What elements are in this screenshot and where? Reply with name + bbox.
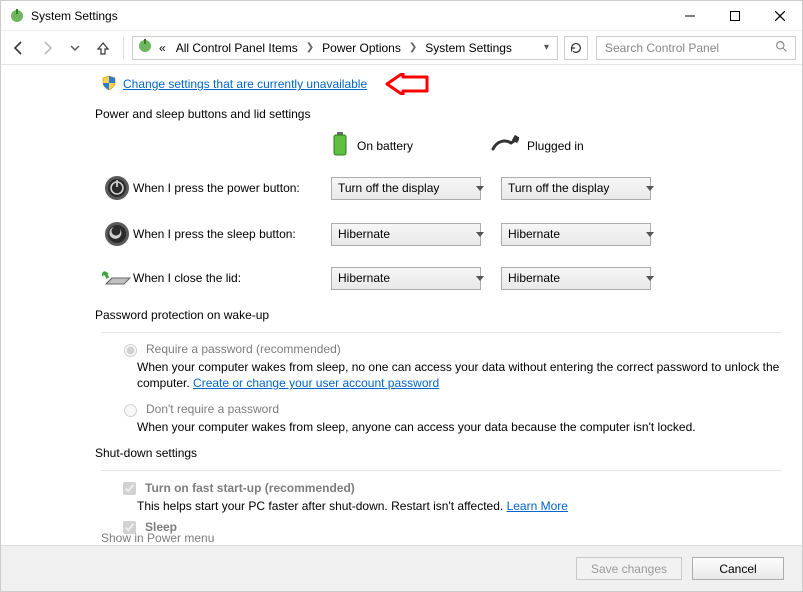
column-header-plugged: Plugged in: [491, 135, 651, 156]
laptop-lid-icon: [101, 266, 133, 290]
fast-startup-desc: This helps start your PC faster after sh…: [137, 498, 782, 514]
section-heading-shutdown: Shut-down settings: [95, 446, 782, 460]
plug-icon: [491, 135, 519, 156]
lid-plugged-select[interactable]: Hibernate: [501, 267, 651, 290]
lid-battery-select[interactable]: Hibernate: [331, 267, 481, 290]
section-heading-buttons-lid: Power and sleep buttons and lid settings: [95, 107, 782, 121]
no-password-desc: When your computer wakes from sleep, any…: [137, 419, 782, 435]
back-button[interactable]: [7, 36, 31, 60]
sleep-button-icon: [101, 220, 133, 248]
require-password-option: Require a password (recommended) When yo…: [119, 341, 782, 391]
cancel-button[interactable]: Cancel: [692, 557, 784, 580]
truncated-text: Show in Power menu: [101, 531, 782, 545]
forward-button[interactable]: [35, 36, 59, 60]
power-button-battery-select[interactable]: Turn off the display: [331, 177, 481, 200]
chevron-right-icon[interactable]: ❯: [304, 42, 316, 53]
sleep-button-plugged-select[interactable]: Hibernate: [501, 223, 651, 246]
save-changes-button: Save changes: [576, 557, 682, 580]
column-header-battery: On battery: [331, 131, 491, 160]
fast-startup-label: Turn on fast start-up (recommended): [145, 481, 355, 495]
fast-startup-option: Turn on fast start-up (recommended) This…: [119, 479, 782, 514]
location-icon: [137, 38, 153, 57]
chevron-right-icon[interactable]: ❯: [407, 42, 419, 53]
address-dropdown-icon[interactable]: ▾: [540, 42, 553, 53]
require-password-label: Require a password (recommended): [146, 342, 341, 356]
title-bar: System Settings: [1, 1, 802, 31]
close-button[interactable]: [757, 1, 802, 30]
minimize-button[interactable]: [667, 1, 712, 30]
power-button-plugged-select[interactable]: Turn off the display: [501, 177, 651, 200]
sleep-button-battery-select[interactable]: Hibernate: [331, 223, 481, 246]
maximize-button[interactable]: [712, 1, 757, 30]
no-password-option: Don't require a password When your compu…: [119, 401, 782, 435]
app-icon: [9, 8, 25, 24]
change-unavailable-settings-link[interactable]: Change settings that are currently unava…: [123, 77, 367, 91]
nav-bar: « All Control Panel Items ❯ Power Option…: [1, 31, 802, 65]
content-area: Change settings that are currently unava…: [1, 65, 802, 545]
search-input[interactable]: [603, 40, 775, 56]
refresh-button[interactable]: [564, 36, 588, 60]
row-label: When I press the sleep button:: [133, 227, 331, 241]
no-password-label: Don't require a password: [146, 402, 279, 416]
require-password-desc: When your computer wakes from sleep, no …: [137, 359, 782, 391]
recent-locations-dropdown[interactable]: [63, 36, 87, 60]
require-password-radio: [124, 344, 137, 357]
search-box[interactable]: [596, 36, 796, 60]
create-change-password-link[interactable]: Create or change your user account passw…: [193, 376, 439, 390]
annotation-arrow-icon: [385, 73, 429, 95]
shield-icon: [101, 75, 117, 94]
nav-separator: [123, 37, 124, 59]
battery-icon: [331, 131, 349, 160]
breadcrumb-prefix[interactable]: «: [155, 41, 170, 55]
section-heading-password: Password protection on wake-up: [95, 308, 782, 322]
separator: [101, 470, 782, 471]
power-button-icon: [101, 174, 133, 202]
footer-bar: Save changes Cancel: [1, 545, 802, 591]
breadcrumb-item[interactable]: Power Options: [318, 41, 405, 55]
row-label: When I press the power button:: [133, 181, 331, 195]
up-button[interactable]: [91, 36, 115, 60]
row-close-lid: When I close the lid: Hibernate Hibernat…: [101, 266, 782, 290]
fast-startup-checkbox: [123, 482, 136, 495]
row-label: When I close the lid:: [133, 271, 331, 285]
address-bar[interactable]: « All Control Panel Items ❯ Power Option…: [132, 36, 558, 60]
search-icon[interactable]: [775, 40, 789, 56]
no-password-radio: [124, 404, 137, 417]
row-power-button: When I press the power button: Turn off …: [101, 174, 782, 202]
row-sleep-button: When I press the sleep button: Hibernate…: [101, 220, 782, 248]
breadcrumb-item[interactable]: System Settings: [421, 41, 516, 55]
learn-more-link[interactable]: Learn More: [507, 499, 568, 513]
window-title: System Settings: [31, 9, 118, 23]
breadcrumb-item[interactable]: All Control Panel Items: [172, 41, 302, 55]
separator: [101, 332, 782, 333]
